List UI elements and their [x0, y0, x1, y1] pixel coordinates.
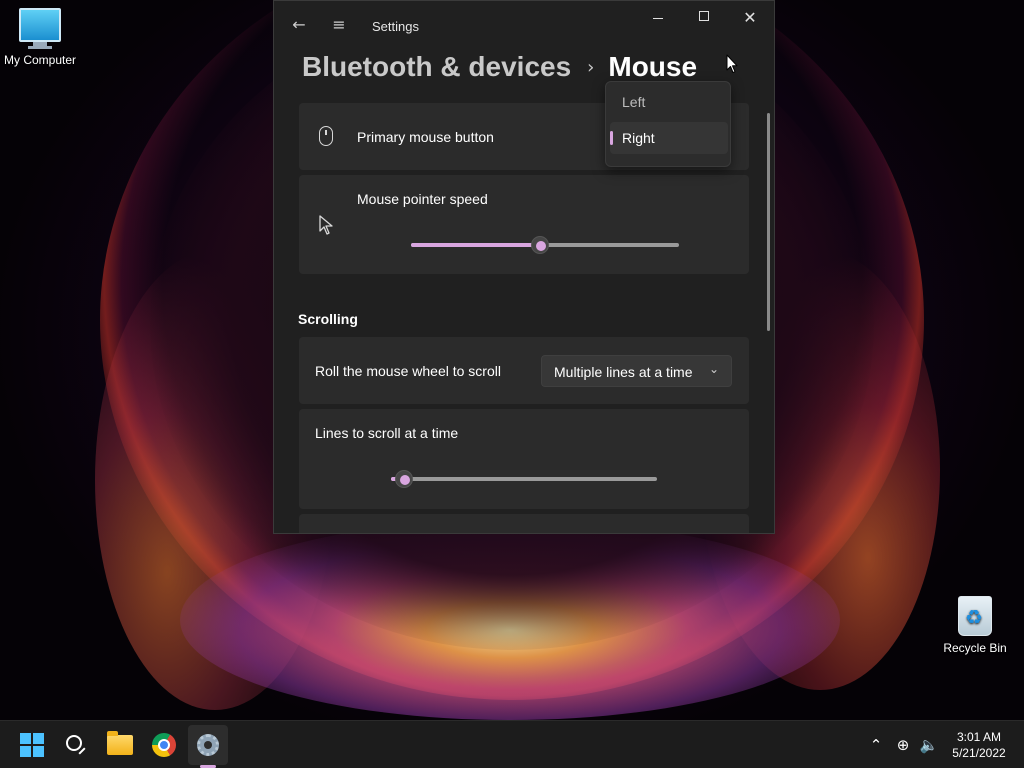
maximize-icon [699, 11, 709, 21]
settings-taskbar-button[interactable] [188, 725, 228, 765]
desktop-icon-recycle-bin[interactable]: Recycle Bin [940, 596, 1010, 655]
primary-mouse-button-label: Primary mouse button [357, 129, 494, 145]
page-title: Mouse [608, 51, 698, 82]
recycle-bin-icon [958, 596, 992, 636]
lines-to-scroll-label: Lines to scroll at a time [315, 425, 459, 441]
clock-time: 3:01 AM [956, 730, 1002, 744]
search-icon [66, 735, 82, 751]
chevron-up-icon[interactable]: ⌃ [866, 735, 886, 755]
flyout-option-label: Right [622, 130, 655, 146]
breadcrumb: Bluetooth & devices › Mouse [302, 49, 697, 85]
flyout-option-right[interactable]: Right [610, 122, 728, 154]
settings-icon [197, 734, 219, 756]
mouse-icon [319, 126, 333, 146]
next-setting-card [299, 514, 749, 533]
chevron-right-icon: › [587, 56, 595, 78]
taskbar: ⌃ ⊕ 🔈 3:01 AM 5/21/2022 [0, 720, 1024, 768]
primary-button-flyout: Left Right [605, 81, 731, 167]
slider-fill [411, 243, 540, 247]
flyout-option-left[interactable]: Left [610, 86, 728, 118]
title-bar[interactable]: ← ≡ Settings ✕ [274, 1, 774, 49]
volume-icon[interactable]: 🔈 [918, 735, 940, 755]
monitor-base [28, 46, 52, 49]
mouse-cursor-icon [726, 54, 738, 73]
chevron-down-icon: ⌄ [708, 362, 719, 376]
start-icon [20, 733, 44, 757]
dropdown-value: Multiple lines at a time [554, 364, 693, 380]
pointer-speed-label: Mouse pointer speed [357, 191, 488, 207]
network-icon[interactable]: ⊕ [892, 735, 914, 755]
breadcrumb-parent[interactable]: Bluetooth & devices [302, 51, 571, 83]
close-icon: ✕ [743, 8, 757, 27]
roll-wheel-dropdown[interactable]: Multiple lines at a time ⌄ [541, 355, 732, 387]
scrollbar[interactable] [767, 113, 770, 331]
back-arrow-icon[interactable]: ← [288, 15, 310, 35]
desktop-icon-label: Recycle Bin [943, 641, 1007, 655]
desktop-icon-label: My Computer [3, 53, 77, 67]
start-button[interactable] [12, 725, 52, 765]
chrome-button[interactable] [144, 725, 184, 765]
desktop-icon-my-computer[interactable]: My Computer [2, 8, 78, 67]
roll-wheel-card: Roll the mouse wheel to scroll Multiple … [299, 337, 749, 404]
file-explorer-button[interactable] [100, 725, 140, 765]
minimize-button[interactable] [635, 7, 681, 29]
pointer-speed-slider[interactable] [411, 236, 679, 254]
close-button[interactable]: ✕ [727, 7, 773, 29]
maximize-button[interactable] [681, 7, 727, 29]
lines-to-scroll-card: Lines to scroll at a time [299, 409, 749, 509]
hamburger-menu-icon[interactable]: ≡ [328, 15, 350, 35]
clock-date: 5/21/2022 [952, 746, 1006, 760]
roll-wheel-label: Roll the mouse wheel to scroll [315, 363, 501, 379]
file-explorer-icon [107, 731, 133, 755]
window-title: Settings [372, 19, 419, 34]
mouse-pointer-icon [319, 215, 333, 235]
search-button[interactable] [56, 725, 96, 765]
minimize-icon [653, 17, 663, 19]
monitor-icon [19, 8, 61, 42]
slider-thumb[interactable] [395, 470, 413, 488]
settings-window: ← ≡ Settings ✕ Bluetooth & devices › Mou… [273, 0, 775, 534]
slider-thumb[interactable] [531, 236, 549, 254]
clock[interactable]: 3:01 AM 5/21/2022 [944, 729, 1014, 761]
lines-to-scroll-slider[interactable] [391, 470, 657, 488]
selected-indicator [610, 131, 613, 145]
scrolling-heading: Scrolling [298, 311, 358, 327]
pointer-speed-card: Mouse pointer speed [299, 175, 749, 274]
chrome-icon [152, 733, 176, 757]
